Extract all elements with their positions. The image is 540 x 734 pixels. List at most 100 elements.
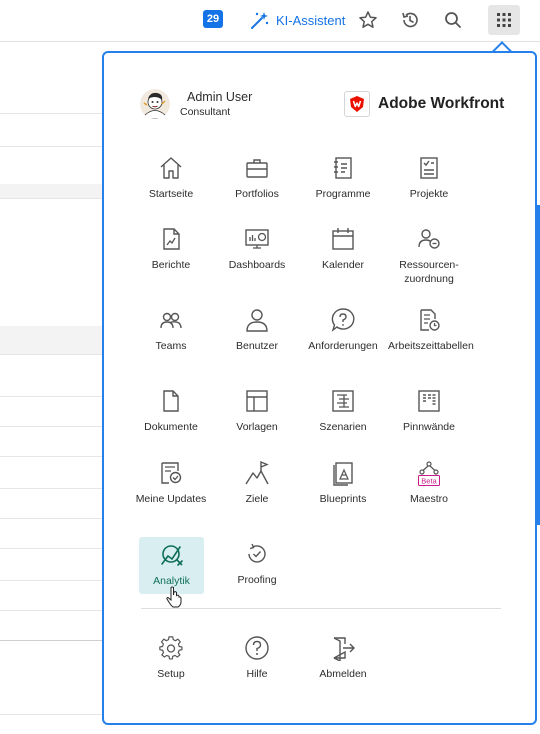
- hand-cursor-icon: [166, 586, 182, 608]
- menu-item-label: Programme: [315, 188, 371, 200]
- briefcase-icon: [246, 159, 268, 178]
- avatar: [140, 89, 170, 119]
- menu-item-arbeitszeittabellen[interactable]: Arbeitszeittabellen: [388, 307, 474, 367]
- ai-assistant-label: KI-Assistent: [276, 12, 346, 28]
- menu-item-ziele[interactable]: Ziele: [216, 460, 298, 520]
- bg-divider: [0, 610, 102, 611]
- team-icon: [160, 312, 182, 329]
- menu-item-kalender[interactable]: Kalender: [302, 226, 384, 286]
- menu-item-label: Startseite: [148, 188, 194, 200]
- menu-item-benutzer[interactable]: Benutzer: [216, 307, 298, 367]
- menu-item-maestro[interactable]: Beta Maestro: [388, 460, 470, 520]
- bg-divider: [0, 198, 102, 199]
- bg-divider: [0, 518, 102, 519]
- star-icon[interactable]: [357, 9, 379, 31]
- menu-item-vorlagen[interactable]: Vorlagen: [216, 388, 298, 448]
- menu-item-dashboards[interactable]: Dashboards: [216, 226, 298, 286]
- menu-item-label: Projekte: [409, 188, 449, 200]
- menu-item-label: Vorlagen: [236, 421, 278, 433]
- dashboard-icon: [245, 229, 269, 249]
- sign-out-icon: [333, 637, 355, 661]
- menu-item-startseite[interactable]: Startseite: [130, 155, 212, 215]
- menu-item-label: Meine Updates: [135, 493, 207, 505]
- gear-icon: [159, 636, 183, 660]
- bg-band: [0, 184, 102, 198]
- top-bar-divider: [0, 41, 540, 42]
- menu-item-setup[interactable]: Setup: [130, 635, 212, 695]
- report-icon: [163, 228, 180, 250]
- bg-divider: [0, 714, 102, 715]
- brand: Adobe Workfront: [344, 91, 504, 117]
- menu-item-berichte[interactable]: Berichte: [130, 226, 212, 286]
- menu-item-label: Maestro: [410, 493, 448, 505]
- menu-item-programme[interactable]: Programme: [302, 155, 384, 215]
- menu-item-anforderungen[interactable]: Anforderungen: [302, 307, 384, 367]
- bg-divider: [0, 113, 102, 114]
- blueprint-icon: [333, 462, 353, 486]
- menu-item-label: Kalender: [321, 259, 365, 271]
- menu-item-label: Benutzer: [235, 340, 279, 352]
- calendar-icon: [332, 228, 354, 250]
- bg-divider: [0, 488, 102, 489]
- checklist-icon: [420, 157, 438, 179]
- menu-item-label: Ziele: [245, 493, 269, 505]
- scenario-icon: [332, 390, 354, 412]
- document-icon: [163, 390, 179, 412]
- menu-item-label: Dashboards: [228, 259, 286, 271]
- menu-item-label: Ressourcen-zuordnung: [399, 259, 459, 285]
- menu-item-label: Proofing: [237, 574, 277, 586]
- notebook-icon: [334, 157, 352, 179]
- user-profile[interactable]: Admin User Consultant: [140, 89, 252, 119]
- bg-divider: [0, 580, 102, 581]
- magic-wand-icon: [251, 12, 269, 29]
- menu-item-blueprints[interactable]: Blueprints: [302, 460, 384, 520]
- menu-item-ressourcenzuordnung[interactable]: Ressourcen-zuordnung: [388, 226, 470, 286]
- template-icon: [246, 390, 268, 412]
- analytics-icon: [160, 545, 183, 566]
- proofing-icon: [248, 543, 266, 563]
- menu-item-dokumente[interactable]: Dokumente: [130, 388, 212, 448]
- help-icon: [245, 636, 269, 660]
- maestro-icon: Beta: [418, 461, 440, 486]
- main-menu-button[interactable]: [488, 5, 520, 35]
- menu-item-pinnwaende[interactable]: Pinnwände: [388, 388, 470, 448]
- bg-divider: [0, 640, 102, 641]
- menu-item-label: Teams: [155, 340, 187, 352]
- history-icon[interactable]: [399, 9, 421, 31]
- menu-item-label: Dokumente: [144, 421, 198, 433]
- menu-item-hilfe[interactable]: Hilfe: [216, 635, 298, 695]
- top-bar: 29 KI-Assistent: [0, 0, 540, 42]
- search-icon[interactable]: [442, 9, 464, 31]
- menu-divider: [141, 608, 501, 609]
- goal-flag-icon: [245, 460, 269, 485]
- menu-item-abmelden[interactable]: Abmelden: [302, 635, 384, 695]
- menu-item-label: Portfolios: [235, 188, 279, 200]
- beta-badge: Beta: [421, 477, 437, 486]
- board-icon: [418, 390, 440, 412]
- menu-item-label: Szenarien: [319, 421, 367, 433]
- notification-badge[interactable]: 29: [203, 10, 223, 28]
- request-question-icon: [331, 308, 355, 332]
- user-name: Admin User: [187, 90, 253, 104]
- bg-divider: [0, 146, 102, 147]
- updates-icon: [161, 462, 182, 484]
- home-icon: [160, 157, 182, 179]
- menu-item-label: Pinnwände: [403, 421, 455, 433]
- user-icon: [246, 309, 268, 332]
- bg-divider: [0, 396, 102, 397]
- menu-item-proofing[interactable]: Proofing: [216, 541, 298, 601]
- menu-item-meine-updates[interactable]: Meine Updates: [130, 460, 212, 520]
- timesheet-icon: [420, 309, 440, 331]
- menu-item-label: Berichte: [151, 259, 191, 271]
- ai-assistant-button[interactable]: KI-Assistent: [250, 9, 345, 31]
- menu-item-projekte[interactable]: Projekte: [388, 155, 470, 215]
- menu-item-teams[interactable]: Teams: [130, 307, 212, 367]
- menu-item-label: Anforderungen: [308, 340, 378, 352]
- user-role: Consultant: [180, 106, 231, 118]
- menu-item-portfolios[interactable]: Portfolios: [216, 155, 298, 215]
- workfront-logo-icon: [344, 91, 370, 117]
- bg-band: [0, 326, 102, 354]
- menu-item-szenarien[interactable]: Szenarien: [302, 388, 384, 448]
- menu-item-label: Abmelden: [319, 668, 367, 680]
- menu-item-label: Arbeitszeittabellen: [388, 340, 474, 352]
